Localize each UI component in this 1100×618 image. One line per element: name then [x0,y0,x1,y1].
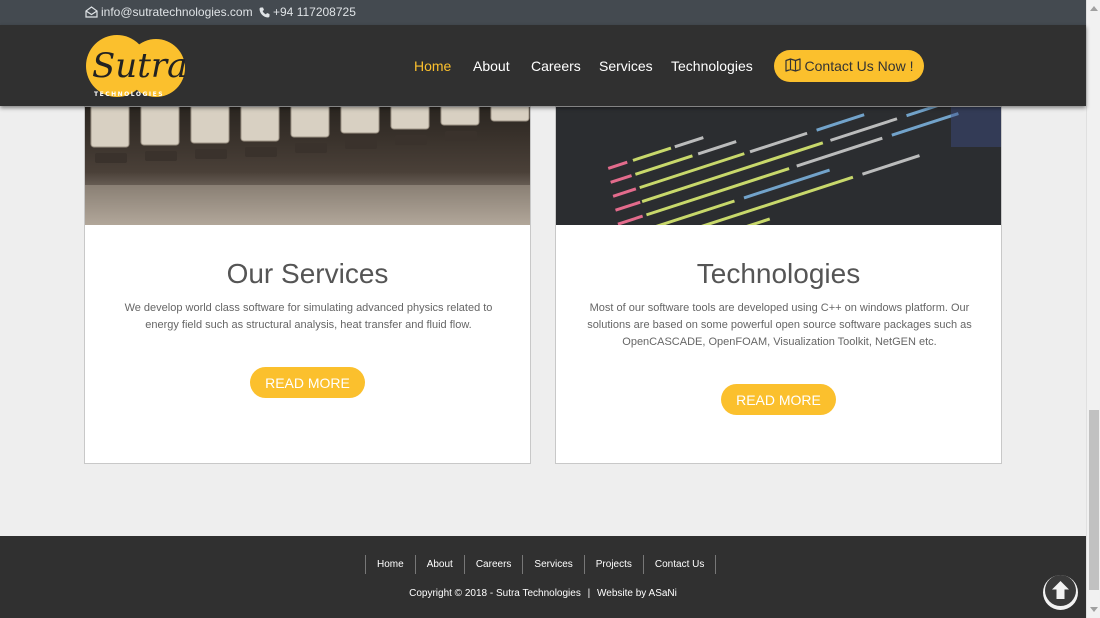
footer-nav: Home About Careers Services Projects Con… [365,555,717,574]
technologies-card: Technologies Most of our software tools … [555,106,1002,464]
copyright-text: Copyright © 2018 - Sutra Technologies [409,588,581,599]
scrollbar-thumb[interactable] [1089,410,1099,590]
scroll-up-arrow-icon[interactable] [1090,6,1098,11]
nav-home[interactable]: Home [414,58,451,74]
envelope-icon [85,6,98,18]
footer-link-projects[interactable]: Projects [585,555,644,574]
site-footer: Home About Careers Services Projects Con… [0,536,1086,618]
page-scrollbar[interactable] [1086,0,1100,618]
footer-link-services[interactable]: Services [523,555,585,574]
phone-text: +94 117208725 [273,5,356,19]
map-icon [784,57,801,75]
services-title: Our Services [226,258,389,289]
footer-link-careers[interactable]: Careers [465,555,524,574]
nav-careers[interactable]: Careers [531,58,581,74]
top-info-bar: info@sutratechnologies.com +94 117208725 [0,0,1086,25]
technologies-read-more-button[interactable]: READ MORE [721,384,836,415]
services-read-more-button[interactable]: READ MORE [250,367,365,398]
services-photo [85,107,530,225]
logo-wordmark: Sutra [92,46,187,86]
site-logo[interactable]: Sutra TECHNOLOGIES [84,33,188,99]
services-card: Our Services We develop world class soft… [84,106,531,464]
footer-link-home[interactable]: Home [366,555,416,574]
services-description: We develop world class software for simu… [124,302,493,331]
technologies-description: Most of our software tools are developed… [587,302,972,348]
nav-technologies[interactable]: Technologies [671,58,753,74]
contact-us-button[interactable]: Contact Us Now ! [774,50,924,82]
email-contact[interactable]: info@sutratechnologies.com [85,5,253,19]
phone-icon [259,7,270,18]
technologies-photo [556,107,1001,225]
footer-link-contact-us[interactable]: Contact Us [644,555,717,574]
back-to-top-button[interactable] [1043,573,1078,613]
nav-about[interactable]: About [473,58,510,74]
nav-services[interactable]: Services [599,58,653,74]
copyright-separator: | [587,588,591,599]
main-navbar: Sutra TECHNOLOGIES Home About Careers Se… [0,25,1086,106]
technologies-title: Technologies [696,258,861,289]
arrow-up-circle-icon [1043,573,1078,613]
email-text: info@sutratechnologies.com [101,5,253,19]
website-credit[interactable]: Website by ASaNi [597,588,677,599]
footer-link-about[interactable]: About [416,555,465,574]
phone-contact[interactable]: +94 117208725 [259,5,356,19]
contact-us-label: Contact Us Now ! [804,58,914,74]
scroll-down-arrow-icon[interactable] [1090,607,1098,612]
copyright-line: Copyright © 2018 - Sutra Technologies | … [0,588,1086,599]
logo-tagline: TECHNOLOGIES [94,91,164,98]
